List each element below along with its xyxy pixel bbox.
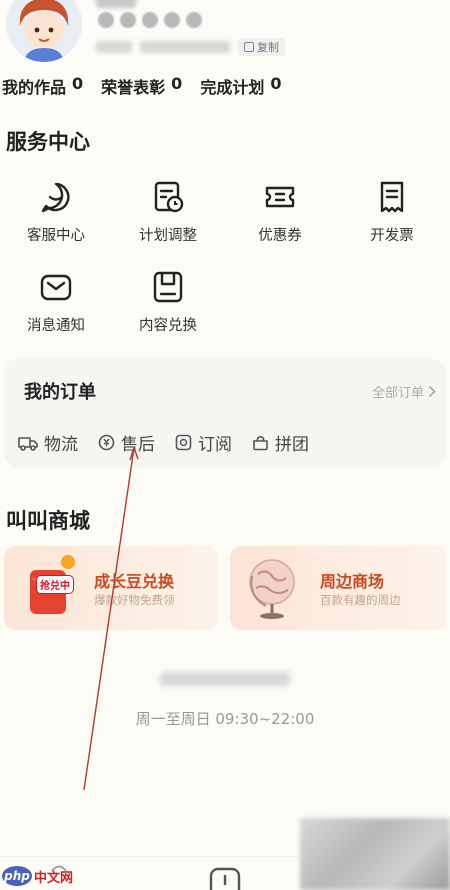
service-label: 消息通知 bbox=[27, 318, 85, 334]
mall-card-points-redeem[interactable]: 抢兑中 成长豆兑换 爆款好物免费领 bbox=[4, 546, 218, 630]
mall-card-subtitle: 百款有趣的周边 bbox=[320, 593, 401, 607]
chat-bubble-icon bbox=[41, 182, 70, 213]
order-tab-label: 订阅 bbox=[198, 435, 232, 455]
stat-value: 0 bbox=[270, 74, 282, 93]
mall-card-title: 周边商场 bbox=[320, 572, 385, 591]
mall-card-subtitle: 爆款好物免费领 bbox=[94, 593, 175, 607]
copy-icon bbox=[244, 42, 254, 52]
badge-icon bbox=[120, 12, 136, 28]
order-tab-label: 物流 bbox=[44, 435, 78, 455]
service-label: 内容兑换 bbox=[139, 318, 197, 334]
badge-icon bbox=[142, 12, 158, 28]
promo-tag: 抢兑中 bbox=[36, 575, 74, 594]
stat-value: 0 bbox=[171, 74, 183, 93]
service-label: 计划调整 bbox=[139, 228, 197, 244]
stat-label: 完成计划 bbox=[200, 78, 265, 97]
watermark-logo: php bbox=[2, 866, 32, 886]
user-id-row: 复制 bbox=[96, 38, 285, 56]
order-tab-subscribe[interactable]: 订阅 bbox=[175, 430, 232, 455]
copy-label: 复制 bbox=[257, 41, 279, 54]
stats-row: 我的作品 0 荣誉表彰 0 完成计划 0 bbox=[2, 74, 281, 98]
order-tab-label: 售后 bbox=[121, 435, 155, 455]
after-sale-icon bbox=[98, 434, 115, 451]
mall-card-merch-store[interactable]: 周边商场 百款有趣的周边 bbox=[230, 546, 446, 630]
service-coupon[interactable]: 优惠券 bbox=[224, 180, 336, 245]
service-label: 开发票 bbox=[370, 228, 414, 244]
badge-icon bbox=[186, 12, 202, 28]
pixelated-corner bbox=[300, 818, 450, 890]
invoice-icon bbox=[380, 181, 404, 213]
order-tab-after-sale[interactable]: 售后 bbox=[98, 430, 155, 455]
badge-row bbox=[98, 12, 202, 28]
stat-plans[interactable]: 完成计划 0 bbox=[200, 74, 281, 98]
service-plan-adjust[interactable]: 计划调整 bbox=[112, 180, 224, 245]
service-content-redeem[interactable]: 内容兑换 bbox=[112, 270, 224, 335]
all-orders-link[interactable]: 全部订单 bbox=[372, 382, 436, 401]
order-tabs: 物流 售后 订阅 拼团 bbox=[18, 430, 309, 455]
coupon-icon bbox=[265, 186, 295, 208]
stat-works[interactable]: 我的作品 0 bbox=[2, 74, 83, 98]
copy-button[interactable]: 复制 bbox=[238, 38, 285, 56]
badge-icon bbox=[98, 12, 114, 28]
order-tab-group-buy[interactable]: 拼团 bbox=[252, 430, 309, 455]
mall-card-title: 成长豆兑换 bbox=[94, 572, 175, 591]
globe-icon bbox=[249, 559, 295, 619]
service-notifications[interactable]: 消息通知 bbox=[0, 270, 112, 335]
plan-adjust-icon bbox=[154, 181, 184, 213]
order-tab-logistics[interactable]: 物流 bbox=[18, 430, 78, 455]
avatar[interactable] bbox=[6, 0, 82, 62]
user-id-blurred bbox=[140, 41, 230, 53]
center-tab-icon[interactable] bbox=[208, 863, 242, 890]
service-label: 客服中心 bbox=[27, 228, 85, 244]
badge-icon bbox=[164, 12, 180, 28]
avatar-image bbox=[6, 0, 82, 62]
mall-title: 叫叫商城 bbox=[6, 509, 90, 533]
envelope-icon bbox=[40, 274, 72, 301]
orders-card: 我的订单 全部订单 物流 售后 订阅 拼团 bbox=[4, 358, 446, 468]
contact-blurred bbox=[160, 672, 290, 686]
service-customer-support[interactable]: 客服中心 bbox=[0, 180, 112, 245]
user-id-blurred bbox=[96, 41, 132, 53]
username-blurred bbox=[96, 0, 136, 8]
stat-honors[interactable]: 荣誉表彰 0 bbox=[101, 74, 182, 98]
watermark-text: 中文网 bbox=[34, 870, 74, 886]
group-buy-icon bbox=[253, 435, 268, 451]
orders-title: 我的订单 bbox=[24, 382, 96, 403]
stat-label: 我的作品 bbox=[2, 78, 67, 97]
truck-icon bbox=[18, 436, 38, 451]
site-watermark: php 中文网 bbox=[2, 866, 73, 886]
chevron-right-icon bbox=[428, 385, 436, 398]
service-invoice[interactable]: 开发票 bbox=[336, 180, 448, 245]
subscribe-icon bbox=[175, 434, 192, 451]
stat-value: 0 bbox=[72, 74, 84, 93]
stat-label: 荣誉表彰 bbox=[101, 78, 166, 97]
order-tab-label: 拼团 bbox=[275, 435, 309, 455]
service-hours: 周一至周日 09:30~22:00 bbox=[135, 710, 315, 728]
content-redeem-icon bbox=[153, 271, 183, 303]
service-center-title: 服务中心 bbox=[6, 130, 90, 154]
service-label: 优惠券 bbox=[258, 228, 302, 244]
all-orders-label: 全部订单 bbox=[371, 386, 424, 401]
profile-header: 复制 bbox=[0, 0, 450, 70]
